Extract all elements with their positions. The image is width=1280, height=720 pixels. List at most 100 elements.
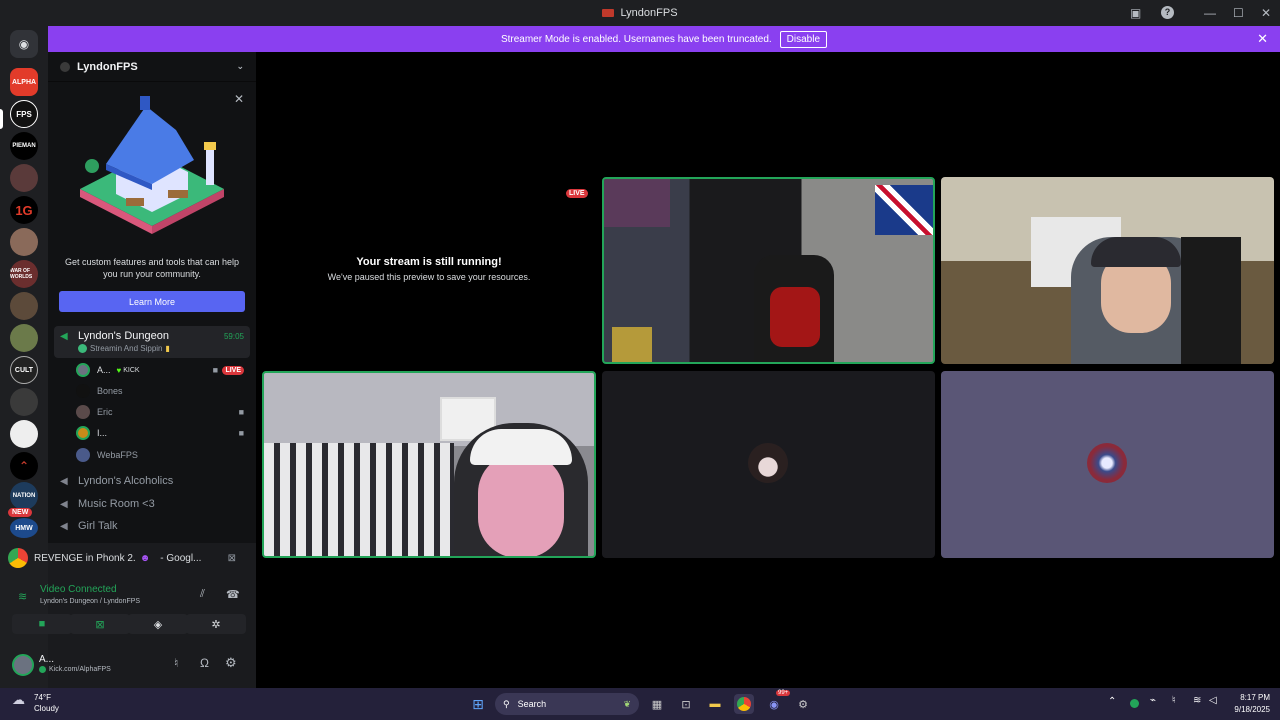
server-avatar-6[interactable] <box>10 420 38 448</box>
server-avatar-2[interactable] <box>10 228 38 256</box>
server-red-icon[interactable]: ⌃ <box>10 452 38 480</box>
guild-header[interactable]: LyndonFPS ⌄ <box>48 52 256 82</box>
camera-button[interactable]: ■ <box>12 614 72 634</box>
help-icon[interactable]: ? <box>1161 6 1174 19</box>
chair-accent <box>770 287 820 347</box>
settings-taskbar-icon[interactable]: ⚙ <box>793 694 813 714</box>
minimize-button[interactable]: — <box>1204 6 1216 20</box>
microphone-icon[interactable]: ♮ <box>174 656 178 670</box>
close-window-button[interactable]: ✕ <box>1261 6 1271 20</box>
activity-button[interactable]: ◈ <box>128 614 188 634</box>
voice-user-a[interactable]: A... ♥ KICK ■ LIVE <box>76 361 244 379</box>
discord-home-icon[interactable]: ◉ <box>10 30 38 58</box>
taskbar-search[interactable]: ⚲ Search ❦ <box>495 693 639 715</box>
voice-channel-path: Lyndon's Dungeon / LyndonFPS <box>40 598 141 605</box>
voice-user-i[interactable]: I... ■ <box>76 424 244 442</box>
cap <box>470 429 572 465</box>
voice-user-eric[interactable]: Eric ■ <box>76 403 244 421</box>
wifi-icon[interactable]: ≋ <box>1193 695 1201 706</box>
server-1g[interactable]: 1G <box>10 196 38 224</box>
store-icon[interactable]: ⊡ <box>676 694 696 714</box>
tray-mic-icon[interactable]: ♮ <box>1172 695 1176 706</box>
chevron-down-icon[interactable]: ⌄ <box>236 61 244 72</box>
tray-battery-icon[interactable]: ⌁ <box>1150 695 1156 706</box>
video-tile-room-1[interactable] <box>602 177 935 364</box>
speaker-icon: ◀ <box>60 520 68 532</box>
voice-channel-alcoholics[interactable]: ◀ Lyndon's Alcoholics <box>56 471 252 491</box>
voice-user-webafps[interactable]: WebaFPS <box>76 446 138 464</box>
cans <box>612 327 652 362</box>
camera-icon: ■ <box>238 407 244 417</box>
learn-more-button[interactable]: Learn More <box>59 291 245 312</box>
server-hmw[interactable]: HMW <box>10 518 38 538</box>
server-pieman[interactable]: PIEMAN <box>10 132 38 160</box>
promo-close-icon[interactable]: ✕ <box>234 92 244 106</box>
voice-user-bones[interactable]: Bones <box>76 382 123 400</box>
maximize-button[interactable]: ☐ <box>1233 6 1244 20</box>
avatar <box>76 405 90 419</box>
voice-channel-girl-talk[interactable]: ◀ Girl Talk <box>56 516 252 536</box>
settings-gear-icon[interactable]: ⚙ <box>225 655 237 671</box>
video-tile-avatar-1[interactable] <box>602 371 935 558</box>
disconnect-icon[interactable]: ☎ <box>226 588 240 601</box>
flag-decoration <box>875 185 933 235</box>
beer-icon: ▮ <box>165 344 170 353</box>
video-tile-streamer[interactable] <box>941 177 1274 364</box>
clock-time[interactable]: 8:17 PM <box>1226 693 1270 702</box>
paused-title: Your stream is still running! <box>356 256 502 268</box>
weather-temp: 74°F <box>34 693 51 702</box>
channel-status: Streamin And Sippin ▮ <box>78 344 170 353</box>
devil-icon: ☻ <box>139 552 151 564</box>
new-badge: NEW <box>8 508 33 517</box>
video-tile-bedroom[interactable] <box>262 371 596 558</box>
start-windows-icon[interactable]: ⊞ <box>468 694 488 714</box>
discord-taskbar-icon[interactable]: ◉ <box>764 694 784 714</box>
disable-streamer-mode-button[interactable]: Disable <box>779 30 828 48</box>
tray-chevron-icon[interactable]: ⌃ <box>1108 696 1116 707</box>
server-avatar-4[interactable] <box>10 324 38 352</box>
server-cult[interactable]: CULT <box>10 356 38 384</box>
title-bar: LyndonFPS ▣ ? — ☐ ✕ <box>0 0 1280 26</box>
voice-status[interactable]: Video Connected <box>40 584 117 595</box>
paused-subtitle: We've paused this preview to save your r… <box>327 272 531 282</box>
now-playing[interactable]: REVENGE in Phonk 2. ☻ - Googl... ⊠ <box>8 546 248 570</box>
voice-channel-dungeon[interactable]: ◀ Lyndon's Dungeon 59:05 <box>56 326 252 346</box>
server-war-of-worlds[interactable]: WAR OF WORLDS <box>10 260 38 288</box>
avatar[interactable] <box>12 654 34 676</box>
clock-date[interactable]: 9/18/2025 <box>1226 705 1270 714</box>
guild-icon <box>60 61 70 72</box>
promo-house-illustration <box>80 96 224 234</box>
promo-text: Get custom features and tools that can h… <box>64 257 240 279</box>
avatar <box>1087 443 1127 483</box>
stop-share-icon[interactable]: ⊠ <box>228 553 236 564</box>
banner-close-icon[interactable]: ✕ <box>1257 31 1268 47</box>
server-nation[interactable]: NATION <box>10 482 38 510</box>
headphones-icon[interactable]: Ω <box>200 656 209 670</box>
server-fps[interactable]: FPS <box>10 100 38 128</box>
noise-suppression-icon[interactable]: ⫽ <box>200 588 205 601</box>
avatar <box>748 443 788 483</box>
task-view-icon[interactable]: ▦ <box>647 694 667 714</box>
volume-icon[interactable]: ◁ <box>1209 695 1217 706</box>
server-avatar-3[interactable] <box>10 292 38 320</box>
server-avatar-1[interactable] <box>10 164 38 192</box>
speaker-icon: ◀ <box>60 498 68 510</box>
channel-timer: 59:05 <box>223 331 244 341</box>
app-logo-icon <box>602 9 615 17</box>
server-alpha[interactable]: ALPHA <box>10 68 38 96</box>
inbox-icon[interactable]: ▣ <box>1130 6 1141 20</box>
wall-poster <box>604 179 670 227</box>
tray-app-icon[interactable] <box>1130 699 1139 708</box>
file-explorer-icon[interactable]: ▬ <box>705 694 725 714</box>
selected-server-pip <box>0 109 3 129</box>
weather-icon[interactable]: ☁ <box>12 692 25 708</box>
chrome-taskbar-icon[interactable] <box>734 694 754 714</box>
banner-message: Streamer Mode is enabled. Usernames have… <box>500 33 772 45</box>
video-tile-avatar-2[interactable] <box>941 371 1274 558</box>
plaid-bed <box>264 443 454 556</box>
username: A... <box>39 654 55 665</box>
voice-channel-music-room[interactable]: ◀ Music Room <3 <box>56 494 252 514</box>
soundboard-button[interactable]: ✲ <box>186 614 246 634</box>
server-avatar-5[interactable] <box>10 388 38 416</box>
screen-share-button[interactable]: ⊠ <box>70 614 130 634</box>
